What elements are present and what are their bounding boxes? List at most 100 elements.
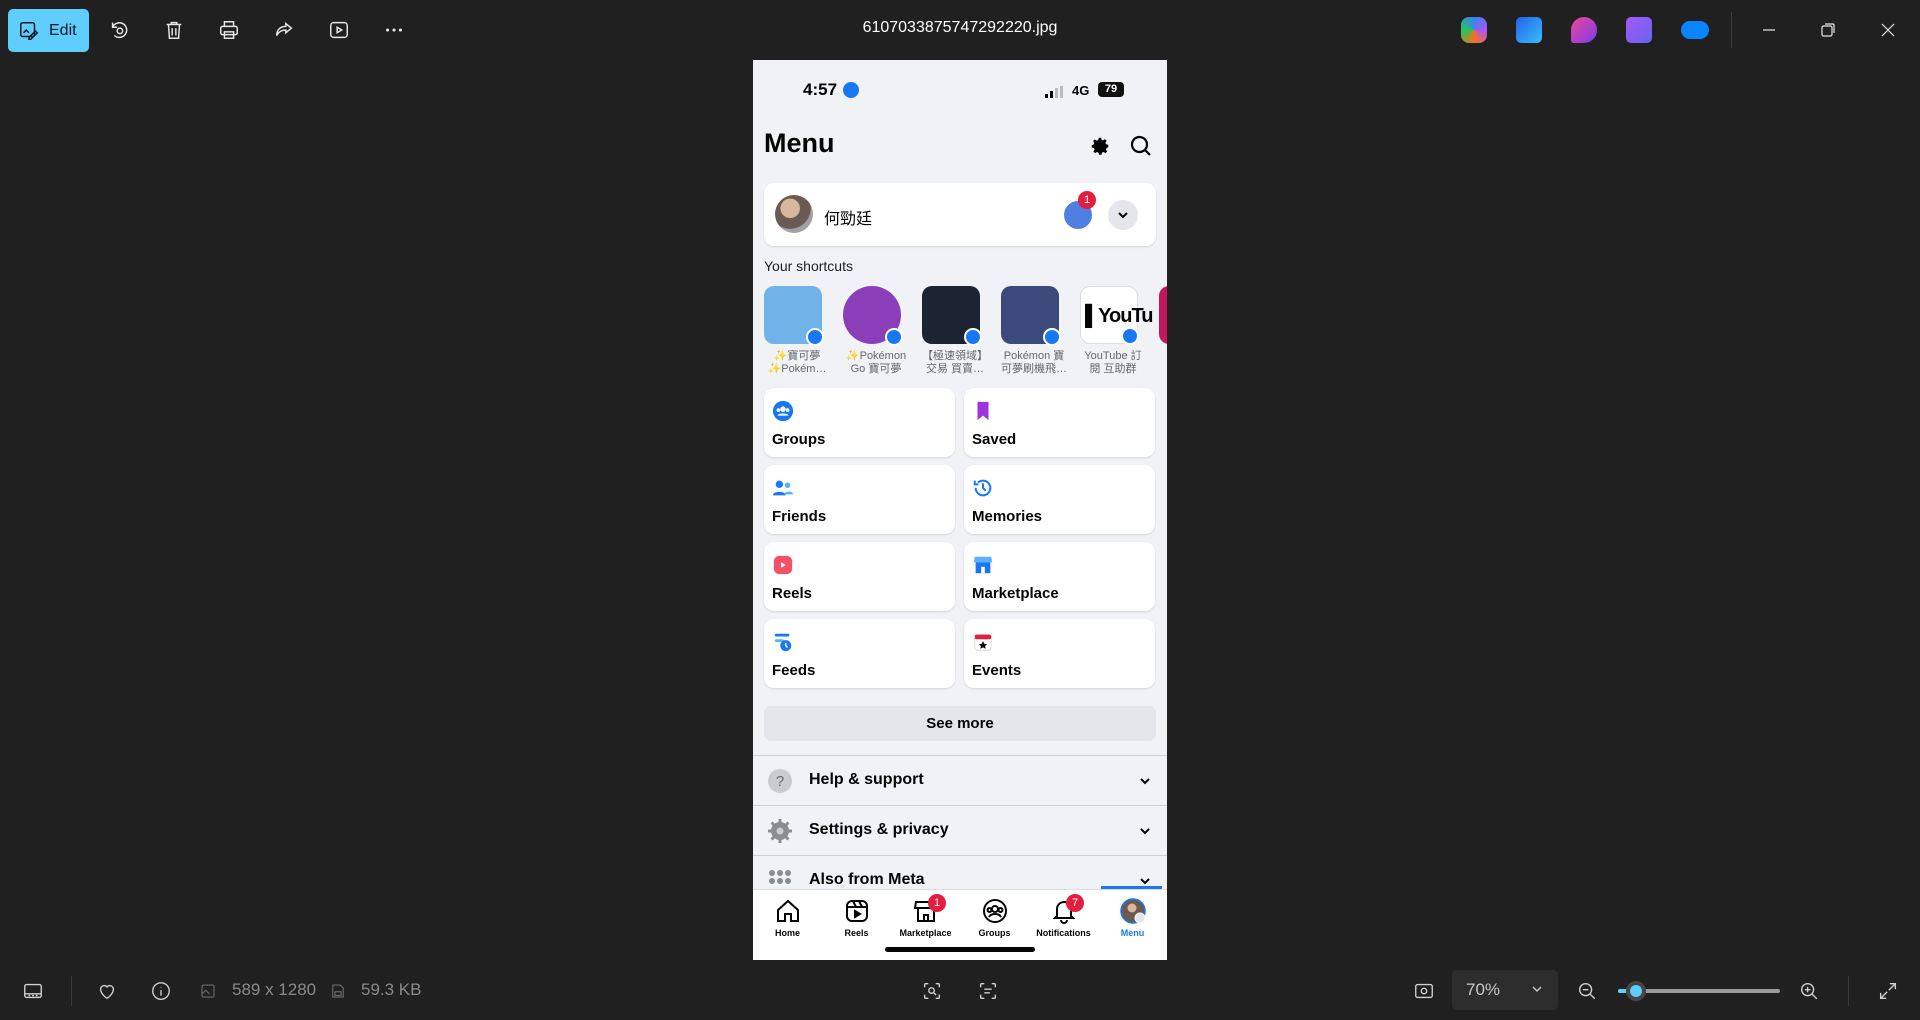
help-icon: ?: [767, 768, 793, 794]
group-badge-icon: [885, 328, 903, 346]
fullscreen-icon[interactable]: [1875, 978, 1901, 1004]
menu-tile-label: Marketplace: [972, 585, 1059, 602]
zoom-value: 70%: [1466, 980, 1501, 999]
shortcut-item[interactable]: 【極速領域】 交易 買賣…: [922, 286, 988, 376]
nav-reels[interactable]: Reels: [822, 890, 891, 950]
section-label: Help & support: [809, 771, 924, 788]
status-bar: 4:57 4G 79: [753, 60, 1167, 110]
see-more-button[interactable]: See more: [764, 706, 1156, 741]
home-indicator: [885, 947, 1035, 952]
shortcut-label: ✨Pokémon Go 寶可夢 /…: [845, 350, 907, 375]
shortcut-item[interactable]: Pokémon 寶 可夢刷機飛…: [1001, 286, 1067, 376]
nav-label: Home: [774, 928, 800, 938]
location-icon: [843, 82, 859, 98]
profile-notification-badge: 1: [1078, 191, 1096, 209]
menu-tile-saved[interactable]: Saved: [964, 388, 1155, 457]
reels-icon: [844, 898, 870, 924]
onedrive-icon[interactable]: [1681, 21, 1709, 39]
menu-tile-friends[interactable]: Friends: [764, 465, 955, 534]
restore-icon[interactable]: [1813, 15, 1843, 45]
avatar: [1120, 898, 1146, 924]
profile-card[interactable]: 何勁廷 1: [764, 183, 1156, 246]
svg-text:?: ?: [776, 773, 784, 790]
nav-menu[interactable]: Menu: [1098, 890, 1167, 950]
shortcut-item[interactable]: ✨寶可夢 ✨Pokém…: [764, 286, 830, 376]
shortcut-label: 二: [1159, 350, 1167, 376]
menu-tile-events[interactable]: Events: [964, 619, 1155, 688]
network-label: 4G: [1072, 83, 1090, 98]
group-badge-icon: [1121, 327, 1139, 345]
section-help-support[interactable]: ? Help & support: [753, 755, 1167, 805]
nav-notifications[interactable]: 7 Notifications: [1029, 890, 1098, 950]
menu-tile-memories[interactable]: Memories: [964, 465, 1155, 534]
nav-groups[interactable]: Groups: [960, 890, 1029, 950]
menu-tile-reels[interactable]: Reels: [764, 542, 955, 611]
status-time: 4:57: [803, 80, 838, 99]
shortcut-item[interactable]: ▌YouTu YouTube 訂 閱 互助群: [1080, 286, 1153, 376]
file-size: 59.3 KB: [361, 980, 422, 999]
nav-label: Reels: [844, 928, 869, 938]
shop-icon: [972, 554, 994, 576]
shortcuts-heading: Your shortcuts: [764, 258, 853, 274]
divider: [1848, 976, 1849, 1006]
nav-marketplace[interactable]: 1 Marketplace: [891, 890, 960, 950]
group-badge-icon: [1043, 328, 1061, 346]
nav-home[interactable]: Home: [753, 890, 822, 950]
zoom-dropdown[interactable]: 70%: [1452, 970, 1558, 1010]
designer-icon[interactable]: [1571, 17, 1597, 43]
favorite-icon[interactable]: [94, 978, 120, 1004]
clipchamp-icon[interactable]: [1626, 17, 1652, 43]
copilot-icon[interactable]: [1461, 17, 1487, 43]
shortcut-item[interactable]: 二: [1159, 286, 1167, 376]
shortcut-thumbnail: [1159, 286, 1167, 344]
menu-tile-feeds[interactable]: Feeds: [764, 619, 955, 688]
close-icon[interactable]: [1873, 15, 1903, 45]
shortcut-thumbnail: [843, 286, 903, 346]
menu-tile-label: Feeds: [772, 662, 816, 679]
gear-icon[interactable]: [1087, 133, 1113, 159]
profile-name: 何勁廷: [824, 211, 873, 228]
image-size-icon: [199, 978, 217, 1004]
phone-screenshot: 4:57 4G 79 Menu 何勁廷 1 Your shortcuts ✨寶可…: [753, 60, 1167, 960]
nav-label: Notifications: [1036, 928, 1091, 938]
file-size-icon: [329, 978, 347, 1004]
text-scan-icon[interactable]: [975, 978, 1001, 1004]
actual-size-icon[interactable]: [1411, 978, 1437, 1004]
shortcut-thumbnail: [1001, 286, 1061, 346]
zoom-slider-thumb[interactable]: [1625, 981, 1646, 1001]
search-icon[interactable]: [1128, 133, 1154, 159]
toolbar-divider: [1731, 12, 1732, 48]
menu-tile-marketplace[interactable]: Marketplace: [964, 542, 1155, 611]
page-title: Menu: [764, 128, 835, 158]
photos-editor-icon[interactable]: [1516, 17, 1542, 43]
nav-label: Groups: [978, 928, 1011, 938]
clock-icon: [972, 477, 994, 499]
shortcut-item[interactable]: ✨Pokémon Go 寶可夢 /…: [843, 286, 909, 376]
group-badge-icon: [806, 328, 824, 346]
visual-search-icon[interactable]: [919, 978, 945, 1004]
shortcut-thumbnail: [764, 286, 824, 346]
menu-tile-groups[interactable]: Groups: [764, 388, 955, 457]
shortcut-label: YouTube 訂 閱 互助群: [1084, 350, 1142, 375]
battery-indicator: 79: [1098, 82, 1124, 97]
menu-tile-label: Events: [972, 662, 1022, 679]
minimize-icon[interactable]: [1754, 15, 1784, 45]
menu-tile-label: Memories: [972, 508, 1043, 525]
info-icon[interactable]: [148, 978, 174, 1004]
shortcut-label: Pokémon 寶 可夢刷機飛…: [1001, 350, 1067, 375]
group-badge-icon: [964, 328, 982, 346]
zoom-out-icon[interactable]: [1574, 978, 1600, 1004]
divider: [71, 976, 72, 1006]
chevron-down-icon[interactable]: [1108, 200, 1138, 230]
profile-switch-icon[interactable]: 1: [1062, 191, 1096, 231]
zoom-in-icon[interactable]: [1796, 978, 1822, 1004]
nav-label: Menu: [1120, 928, 1145, 938]
signal-icon: [1045, 86, 1063, 98]
zoom-slider[interactable]: [1618, 981, 1780, 1001]
menu-tile-label: Friends: [772, 508, 827, 525]
filmstrip-icon[interactable]: [20, 978, 46, 1004]
section-label: Settings & privacy: [809, 821, 949, 838]
section-settings-privacy[interactable]: Settings & privacy: [753, 805, 1167, 855]
reels-icon: [772, 554, 794, 576]
home-icon: [775, 898, 801, 924]
